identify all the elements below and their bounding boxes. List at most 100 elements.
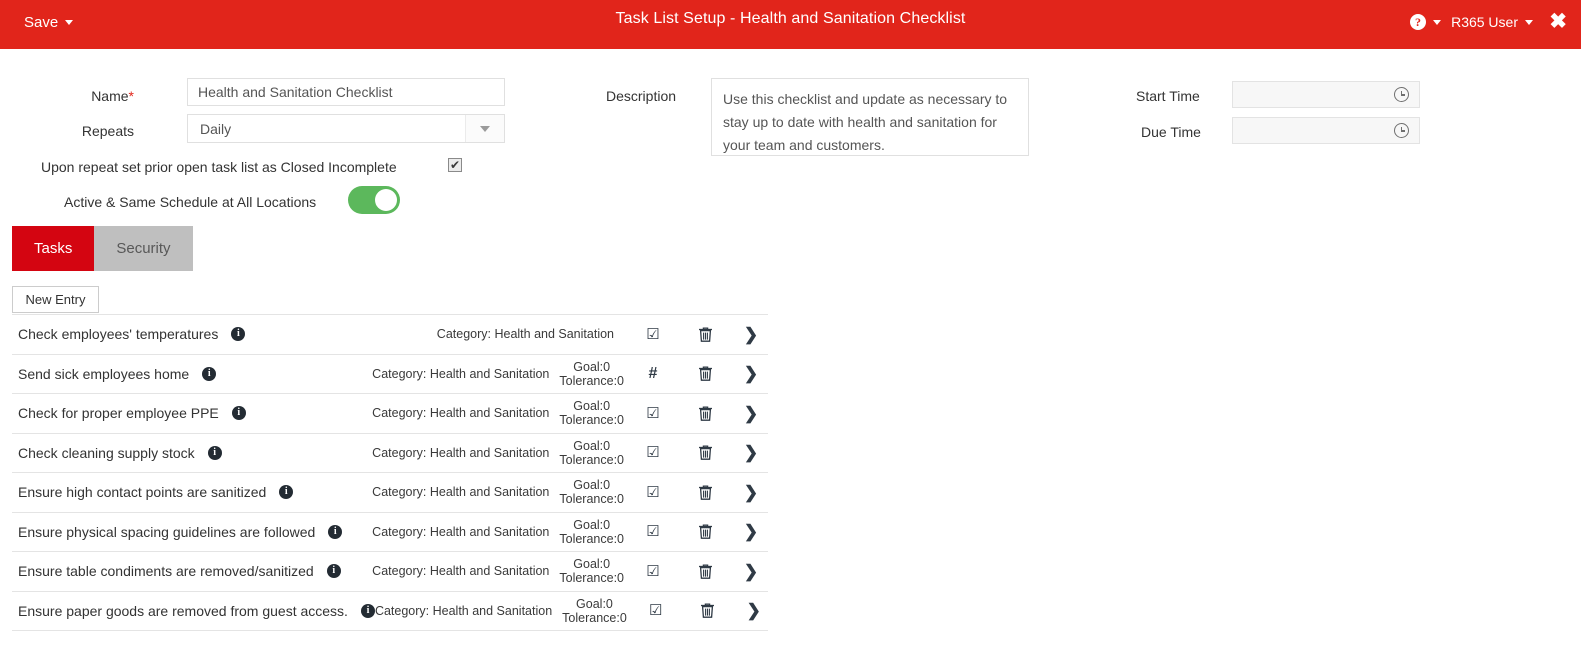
task-meta: Category: Health and Sanitation Goal:0 Tol… <box>293 478 630 506</box>
expand-task-button[interactable]: ❯ <box>737 602 771 619</box>
chevron-right-icon: ❯ <box>746 601 761 621</box>
delete-task-button[interactable] <box>676 523 734 540</box>
tab-label: Security <box>116 240 171 257</box>
info-icon[interactable]: i <box>326 564 341 579</box>
repeats-dropdown[interactable]: Daily <box>187 114 505 143</box>
table-row[interactable]: Ensure table condiments are removed/sani… <box>12 552 768 592</box>
table-row[interactable]: Ensure high contact points are sanitized… <box>12 473 768 513</box>
checkbox-icon: ☑ <box>646 483 660 501</box>
task-tolerance: Tolerance:0 <box>559 452 624 467</box>
delete-task-button[interactable] <box>676 365 734 382</box>
chevron-right-icon: ❯ <box>743 364 759 384</box>
info-icon[interactable]: i <box>231 406 246 421</box>
page-title: Task List Setup - Health and Sanitation … <box>615 10 966 27</box>
table-row[interactable]: Check cleaning supply stock i Category: He… <box>12 434 768 473</box>
new-entry-button[interactable]: New Entry <box>12 286 99 313</box>
info-icon[interactable]: i <box>360 603 375 618</box>
expand-task-button[interactable]: ❯ <box>734 563 768 580</box>
task-goal: Goal:0 <box>576 596 613 611</box>
table-row[interactable]: Ensure physical spacing guidelines are f… <box>12 513 768 552</box>
task-goal-tolerance: Goal:0 Tolerance:0 <box>559 478 624 506</box>
delete-task-button[interactable] <box>676 405 734 422</box>
checkbox-icon: ☑ <box>646 562 660 580</box>
app-header: Save Task List Setup - Health and Sanita… <box>0 0 1581 49</box>
delete-task-button[interactable] <box>676 444 734 461</box>
task-category: Category: Health and Sanitation <box>372 366 550 381</box>
name-input[interactable] <box>187 78 505 106</box>
chevron-down-icon <box>1433 19 1441 25</box>
task-category: Category: Health and Sanitation <box>372 485 550 500</box>
description-input[interactable] <box>711 78 1029 156</box>
tab-security[interactable]: Security <box>94 226 193 271</box>
task-goal-tolerance: Goal:0 Tolerance:0 <box>559 518 624 546</box>
task-meta: Category: Health and Sanitation Goal:0 Tol… <box>375 597 633 625</box>
expand-task-button[interactable]: ❯ <box>734 523 768 540</box>
chevron-right-icon: ❯ <box>743 324 759 344</box>
checkbox-icon: ☑ <box>646 325 660 343</box>
chevron-right-icon: ❯ <box>743 443 759 463</box>
tab-tasks[interactable]: Tasks <box>12 226 95 271</box>
task-category: Category: Health and Sanitation <box>436 327 614 342</box>
description-label: Description <box>606 88 677 104</box>
info-icon[interactable]: i <box>207 445 222 460</box>
info-icon[interactable]: i <box>231 327 246 342</box>
table-row[interactable]: Ensure paper goods are removed from gues… <box>12 592 771 631</box>
trash-icon <box>698 406 712 421</box>
table-row[interactable]: Send sick employees home i Category: Healt… <box>12 355 768 394</box>
task-goal-tolerance: Goal:0 Tolerance:0 <box>562 597 627 625</box>
task-name: Ensure table condiments are removed/sani… <box>18 563 314 580</box>
task-meta: Category: Health and Sanitation Goal:0 Tol… <box>342 518 630 546</box>
expand-task-button[interactable]: ❯ <box>734 365 768 382</box>
active-schedule-toggle[interactable] <box>348 186 400 214</box>
table-row[interactable]: Check employees' temperatures i Category: … <box>12 315 768 355</box>
trash-icon <box>701 603 715 619</box>
info-icon[interactable]: i <box>279 485 294 500</box>
repeats-selected-value: Daily <box>200 120 232 137</box>
task-goal: Goal:0 <box>573 478 611 493</box>
delete-task-button[interactable] <box>679 602 737 619</box>
help-icon: ? <box>1410 14 1426 30</box>
due-time-input[interactable] <box>1232 117 1420 144</box>
checkbox-icon: ☑ <box>646 404 660 422</box>
help-menu-button[interactable]: ? <box>1410 14 1441 30</box>
task-category: Category: Health and Sanitation <box>372 445 550 460</box>
repeats-label: Repeats <box>81 123 134 139</box>
expand-task-button[interactable]: ❯ <box>734 326 768 343</box>
toggle-knob <box>375 189 397 211</box>
chevron-right-icon: ❯ <box>743 522 759 542</box>
start-time-input[interactable] <box>1232 81 1420 108</box>
clock-icon <box>1394 123 1409 138</box>
user-label: R365 User <box>1451 14 1518 30</box>
delete-task-button[interactable] <box>676 563 734 580</box>
task-category: Category: Health and Sanitation <box>374 603 553 618</box>
trash-icon <box>698 564 712 579</box>
task-tolerance: Tolerance:0 <box>559 373 624 388</box>
task-goal: Goal:0 <box>573 359 611 374</box>
task-category: Category: Health and Sanitation <box>372 406 550 421</box>
task-meta: Category: Health and Sanitation Goal:0 Tol… <box>216 360 630 388</box>
info-icon[interactable]: i <box>202 366 217 381</box>
task-goal: Goal:0 <box>573 399 611 414</box>
task-name: Check for proper employee PPE <box>18 405 219 422</box>
checkbox-icon: ☑ <box>646 523 660 541</box>
info-icon[interactable]: i <box>328 524 343 539</box>
expand-task-button[interactable]: ❯ <box>734 405 768 422</box>
expand-task-button[interactable]: ❯ <box>734 484 768 501</box>
active-schedule-label: Active & Same Schedule at All Locations <box>64 194 317 210</box>
user-menu-button[interactable]: R365 User <box>1451 14 1533 30</box>
repeat-close-checkbox[interactable]: ✔ <box>448 158 462 172</box>
task-type-checkbox: ☑ <box>633 603 679 618</box>
task-name: Ensure high contact points are sanitized <box>18 484 267 501</box>
close-icon[interactable]: ✖ <box>1549 11 1567 32</box>
table-row[interactable]: Check for proper employee PPE i Category: … <box>12 394 768 434</box>
task-name: Check employees' temperatures <box>18 326 219 343</box>
chevron-down-icon <box>465 115 504 142</box>
checkbox-icon: ☑ <box>646 444 660 462</box>
delete-task-button[interactable] <box>676 326 734 343</box>
trash-icon <box>698 366 712 382</box>
delete-task-button[interactable] <box>676 484 734 501</box>
checkbox-icon: ☑ <box>649 602 663 620</box>
expand-task-button[interactable]: ❯ <box>734 444 768 461</box>
due-time-label: Due Time <box>1141 124 1201 140</box>
trash-icon <box>698 445 712 461</box>
